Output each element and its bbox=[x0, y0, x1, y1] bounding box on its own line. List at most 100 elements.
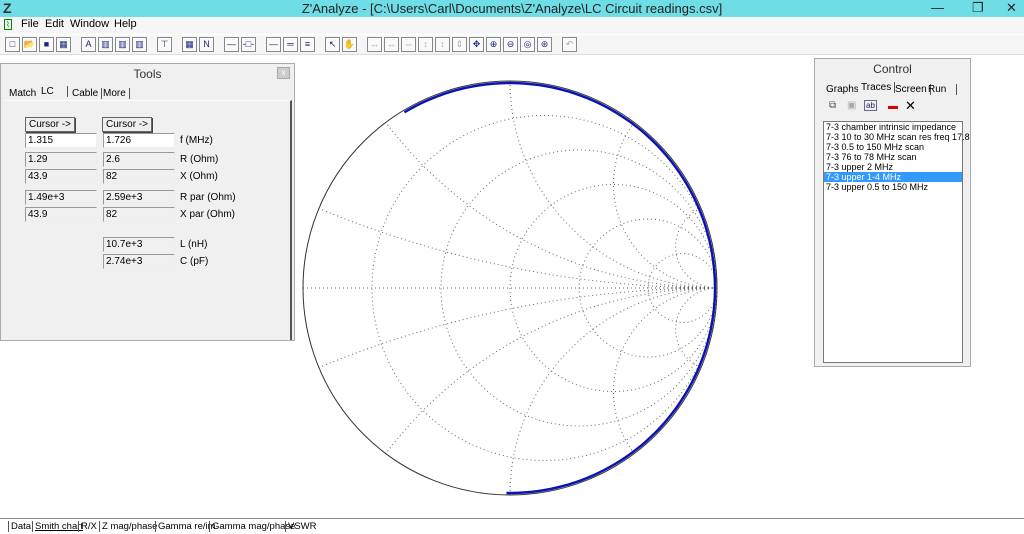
save-icon[interactable]: ■ bbox=[39, 37, 54, 52]
tab-traces[interactable]: Traces bbox=[858, 82, 896, 93]
table-icon[interactable]: ▦ bbox=[182, 37, 197, 52]
target-icon[interactable]: ⊛ bbox=[537, 37, 552, 52]
tab-match[interactable]: Match bbox=[6, 88, 39, 99]
trace-item[interactable]: 7-3 0.5 to 150 MHz scan bbox=[824, 142, 962, 152]
lc-tab-content: Cursor -> Cursor -> 1.315 1.726 f (MHz) … bbox=[5, 100, 292, 340]
hand-icon[interactable]: ✋ bbox=[342, 37, 357, 52]
x-a-value: 43.9 bbox=[25, 169, 97, 184]
bars1-icon[interactable]: ▥ bbox=[98, 37, 113, 52]
reactance-arc bbox=[318, 287, 718, 369]
reactance-arc bbox=[385, 122, 718, 289]
r-b-value: 2.6 bbox=[103, 152, 175, 167]
v-fit-icon[interactable]: ⇕ bbox=[452, 37, 467, 52]
zoom-center-icon[interactable]: ◎ bbox=[520, 37, 535, 52]
tab-graphs[interactable]: Graphs bbox=[823, 84, 862, 95]
minimize-button[interactable]: — bbox=[931, 0, 944, 15]
v-shrink-icon[interactable]: ↕ bbox=[435, 37, 450, 52]
rpar-b-value: 2.59e+3 bbox=[103, 190, 175, 205]
x-b-value: 82 bbox=[103, 169, 175, 184]
open-icon[interactable]: 📂 bbox=[22, 37, 37, 52]
rename-icon[interactable]: ab bbox=[864, 100, 877, 111]
r-a-value: 1.29 bbox=[25, 152, 97, 167]
trace-item[interactable]: 7-3 upper 0.5 to 150 MHz bbox=[824, 182, 962, 192]
resistance-circle bbox=[371, 115, 718, 461]
normalize-icon[interactable]: N bbox=[199, 37, 214, 52]
fit-all-icon[interactable]: ✥ bbox=[469, 37, 484, 52]
menu-file[interactable]: File bbox=[21, 18, 39, 30]
tab-data[interactable]: Data bbox=[8, 521, 33, 532]
reactance-arc bbox=[675, 207, 718, 289]
image-icon[interactable]: ▦ bbox=[56, 37, 71, 52]
bars2-icon[interactable]: ▥ bbox=[115, 37, 130, 52]
h-shrink-icon[interactable]: ↔ bbox=[384, 37, 399, 52]
window-title: Z'Analyze - [C:\Users\Carl\Documents\Z'A… bbox=[301, 1, 723, 16]
tab-rx[interactable]: R/X bbox=[78, 521, 99, 532]
document-icon[interactable]: ⌇ bbox=[4, 19, 12, 30]
maximize-button[interactable]: ❐ bbox=[972, 0, 984, 16]
smith-grid bbox=[303, 80, 718, 496]
trace-item[interactable]: 7-3 76 to 78 MHz scan bbox=[824, 152, 962, 162]
title-bar: Z Z'Analyze - [C:\Users\Carl\Documents\Z… bbox=[0, 0, 1024, 17]
trace-item-selected[interactable]: 7-3 upper 1-4 MHz bbox=[824, 172, 962, 182]
impedance-trace bbox=[403, 81, 717, 495]
freq-b-input[interactable]: 1.726 bbox=[103, 133, 175, 148]
control-title: Control bbox=[873, 62, 912, 76]
trace-item[interactable]: 7-3 chamber intrinsic impedance bbox=[824, 122, 962, 132]
xpar-a-value: 43.9 bbox=[25, 207, 97, 222]
rpar-a-value: 1.49e+3 bbox=[25, 190, 97, 205]
c-value: 2.74e+3 bbox=[103, 254, 175, 269]
reactance-arc bbox=[385, 287, 718, 454]
x-label: X (Ohm) bbox=[180, 171, 218, 182]
close-tools-icon[interactable]: x bbox=[277, 67, 290, 79]
tab-cable[interactable]: Cable bbox=[69, 88, 103, 99]
reactance-arc bbox=[675, 287, 718, 369]
close-button[interactable]: ✕ bbox=[1006, 0, 1017, 16]
l-label: L (nH) bbox=[180, 239, 208, 250]
control-panel: Control Graphs Traces Screen Run ⧉ ▣ ab … bbox=[814, 58, 971, 367]
pointer-icon[interactable]: ↖ bbox=[325, 37, 340, 52]
thin-icon[interactable]: — bbox=[266, 37, 281, 52]
tab-vswr[interactable]: VSWR bbox=[285, 521, 319, 532]
undo-icon[interactable]: ↶ bbox=[562, 37, 577, 52]
menu-window[interactable]: Window bbox=[70, 18, 109, 30]
tab-more[interactable]: More bbox=[100, 88, 130, 99]
cursor-a-button[interactable]: Cursor -> bbox=[25, 117, 75, 132]
trace-item[interactable]: 7-3 upper 2 MHz bbox=[824, 162, 962, 172]
freq-a-input[interactable]: 1.315 bbox=[25, 133, 97, 148]
resistance-circle bbox=[647, 253, 718, 323]
freq-label: f (MHz) bbox=[180, 135, 213, 146]
thick-icon[interactable]: ≡ bbox=[300, 37, 315, 52]
font-icon[interactable]: A bbox=[81, 37, 96, 52]
bars3-icon[interactable]: ▥ bbox=[132, 37, 147, 52]
new-icon[interactable]: □ bbox=[5, 37, 20, 52]
h-fit-icon[interactable]: ⇔ bbox=[401, 37, 416, 52]
menu-help[interactable]: Help bbox=[114, 18, 137, 30]
resistance-circle bbox=[578, 218, 718, 358]
tab-z-mag-phase[interactable]: Z mag/phase bbox=[99, 521, 159, 532]
zoom-out-icon[interactable]: ⊖ bbox=[503, 37, 518, 52]
outer-circle bbox=[302, 80, 718, 496]
toolbar: □ 📂 ■ ▦ A ▥ ▥ ▥ ⊤ ▦ N — -□- — ═ ≡ ↖ ✋ ↔ ↔ ⇔ ↕ ↕ ⇕ ✥ ⊕ ⊖ ◎ ⊛ ↶ bbox=[0, 35, 1024, 55]
menu-edit[interactable]: Edit bbox=[45, 18, 64, 30]
l-value: 10.7e+3 bbox=[103, 237, 175, 252]
tune-icon[interactable]: ⊤ bbox=[157, 37, 172, 52]
line-icon[interactable]: — bbox=[224, 37, 239, 52]
copy-icon[interactable]: ⧉ bbox=[829, 100, 836, 111]
v-expand-icon[interactable]: ↕ bbox=[418, 37, 433, 52]
trace-item[interactable]: 7-3 10 to 30 MHz scan res freq 17.8 bbox=[824, 132, 970, 142]
remove-trace-icon[interactable] bbox=[888, 106, 898, 109]
rpar-label: R par (Ohm) bbox=[180, 192, 236, 203]
tab-lc[interactable]: LC bbox=[38, 86, 68, 97]
zoom-in-icon[interactable]: ⊕ bbox=[486, 37, 501, 52]
xpar-label: X par (Ohm) bbox=[180, 209, 236, 220]
tools-panel: Tools x Match LC Cable More Cursor -> Cu… bbox=[0, 63, 295, 341]
traces-list[interactable]: 7-3 chamber intrinsic impedance 7-3 10 t… bbox=[823, 121, 970, 363]
reactance-arc bbox=[509, 80, 718, 289]
cursor-b-button[interactable]: Cursor -> bbox=[102, 117, 152, 132]
tab-run[interactable]: Run bbox=[925, 84, 957, 95]
paste-icon[interactable]: ▣ bbox=[847, 100, 856, 111]
medium-icon[interactable]: ═ bbox=[283, 37, 298, 52]
h-expand-icon[interactable]: ↔ bbox=[367, 37, 382, 52]
delete-trace-icon[interactable]: ✕ bbox=[905, 98, 916, 114]
marker-icon[interactable]: -□- bbox=[241, 37, 256, 52]
